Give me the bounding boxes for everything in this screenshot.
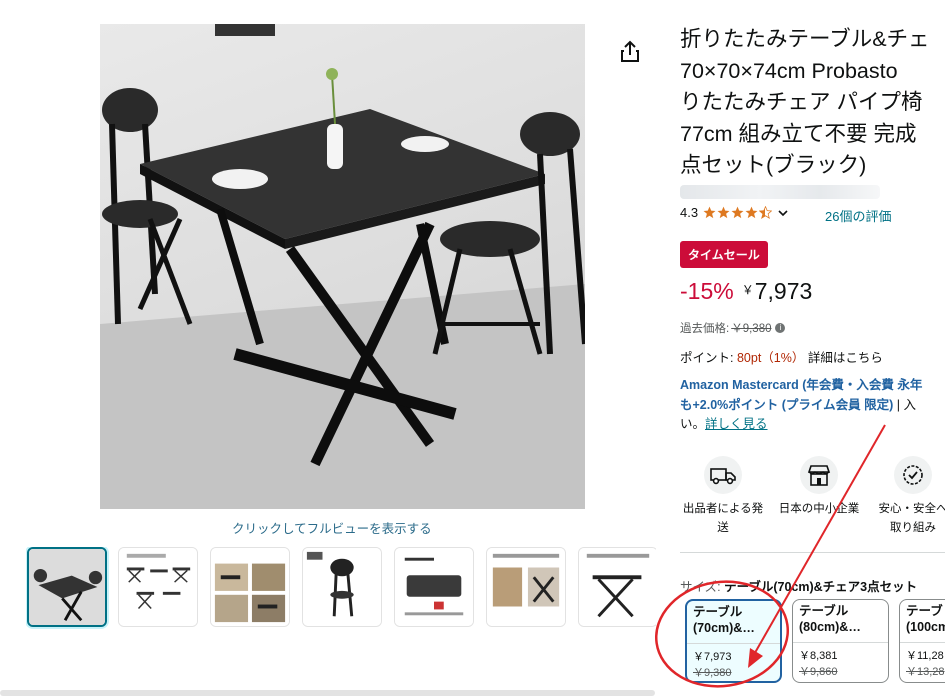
title-line: 70×70×74cm Probasto — [680, 58, 898, 83]
blurred-brand-link[interactable] — [680, 185, 880, 199]
rating-value: 4.3 — [680, 205, 699, 220]
title-line: 点セット(ブラック) — [680, 153, 867, 177]
rating-row[interactable]: 4.3 — [680, 205, 789, 220]
size-option-70cm[interactable]: テーブル (70cm)&… ￥7,973 ￥9,380 — [685, 599, 782, 683]
chevron-down-icon[interactable] — [777, 207, 789, 219]
option-name: (80cm)&… — [799, 619, 861, 634]
points-label: ポイント: — [680, 351, 734, 365]
feature-label: 送 — [717, 522, 729, 534]
star-icon — [703, 206, 716, 219]
currency-symbol: ￥ — [741, 283, 754, 297]
half-star-icon — [759, 206, 773, 219]
option-price: ￥7,973 — [693, 651, 732, 663]
title-line: 77cm 組み立て不要 完成 — [680, 121, 917, 146]
card-bonus-text: も+2.0%ポイント (プライム会員 限定) — [680, 397, 894, 412]
feature-icons: 出品者による発 送 日本の中小企業 安心・安全へ 取り組み — [680, 456, 945, 546]
section-divider — [680, 552, 945, 553]
star-icon — [731, 206, 744, 219]
old-price-label: 過去価格: — [680, 323, 730, 335]
size-label-row: サイズ: テーブル(70cm)&チェア3点セット — [680, 576, 917, 595]
share-icon[interactable] — [619, 40, 641, 64]
thumbnail-7[interactable] — [578, 547, 656, 627]
fullview-link[interactable]: クリックしてフルビューを表示する — [232, 518, 432, 537]
price-row: -15% ￥ 7,973 — [680, 278, 812, 305]
thumbnail-2[interactable] — [118, 547, 198, 627]
size-selected: テーブル(70cm)&チェア3点セット — [724, 580, 918, 594]
feature-small-business[interactable]: 日本の中小企業 — [774, 456, 864, 519]
points-value: 80pt（1%） — [736, 351, 805, 365]
card-promo: Amazon Mastercard (年会費・入会費 永年 も+2.0%ポイント… — [680, 376, 945, 435]
product-title: 折りたたみテーブル&チェ 70×70×74cm Probasto りたたみチェア… — [680, 24, 945, 182]
option-name: テーブル — [693, 605, 743, 619]
discount-percent: -15% — [680, 278, 734, 304]
points-details-link[interactable]: 詳細はこちら — [808, 351, 883, 365]
card-text-cont: | 入 — [893, 397, 917, 412]
learn-more-link[interactable]: 詳しく見る — [705, 417, 768, 431]
feature-label: 出品者による発 — [682, 503, 764, 515]
star-icon — [717, 206, 730, 219]
thumbnail-6[interactable] — [486, 547, 566, 627]
option-name: (70cm)&… — [693, 620, 755, 635]
thumbnail-4[interactable] — [302, 547, 382, 627]
old-price: ￥9,380 — [731, 323, 772, 335]
time-sale-badge: タイムセール — [680, 241, 768, 268]
info-icon[interactable]: i — [775, 323, 786, 333]
horizontal-scrollbar[interactable] — [0, 690, 655, 696]
option-name: (100cm — [906, 619, 945, 634]
feature-label: 取り組み — [890, 522, 936, 534]
option-name: テーブ — [906, 604, 943, 618]
thumbnail-3[interactable] — [210, 547, 290, 627]
title-line: 折りたたみテーブル&チェ — [680, 27, 930, 51]
card-text-end: い。 — [680, 417, 706, 431]
option-old-price: ￥9,380 — [693, 667, 732, 679]
card-text: (年会費・入会費 永年 — [798, 378, 923, 392]
feature-label: 安心・安全へ — [878, 503, 945, 515]
option-price: ￥11,28 — [906, 650, 944, 662]
star-icon — [745, 206, 758, 219]
thumbnail-5[interactable] — [394, 547, 474, 627]
option-name: テーブル — [799, 604, 849, 618]
points-row: ポイント: 80pt（1%） 詳細はこちら — [680, 347, 883, 366]
option-old-price: ￥13,28 — [906, 666, 945, 678]
feature-safety[interactable]: 安心・安全へ 取り組み — [868, 456, 945, 538]
size-option-100cm[interactable]: テーブ (100cm ￥11,28 ￥13,28 — [899, 599, 945, 683]
feature-seller-ship[interactable]: 出品者による発 送 — [678, 456, 768, 538]
title-line: りたたみチェア パイプ椅 — [680, 90, 923, 114]
truck-icon — [704, 456, 742, 494]
size-option-80cm[interactable]: テーブル (80cm)&… ￥8,381 ￥9,860 — [792, 599, 889, 683]
star-rating — [703, 206, 773, 219]
main-product-image[interactable] — [100, 24, 585, 509]
card-name-link[interactable]: Amazon Mastercard — [680, 378, 799, 392]
current-price: 7,973 — [754, 278, 813, 304]
thumbnail-1[interactable] — [27, 547, 107, 627]
shop-icon — [800, 456, 838, 494]
feature-label: 日本の中小企業 — [778, 503, 860, 515]
option-price: ￥8,381 — [799, 650, 838, 662]
size-label: サイズ: — [680, 580, 721, 594]
shield-check-icon — [894, 456, 932, 494]
option-old-price: ￥9,860 — [799, 666, 838, 678]
reviews-link[interactable]: 26個の評価 — [825, 206, 891, 225]
old-price-row: 過去価格: ￥9,380 i — [680, 320, 786, 336]
table-chairs-photo — [100, 24, 585, 509]
thumbnail-strip — [26, 547, 656, 629]
